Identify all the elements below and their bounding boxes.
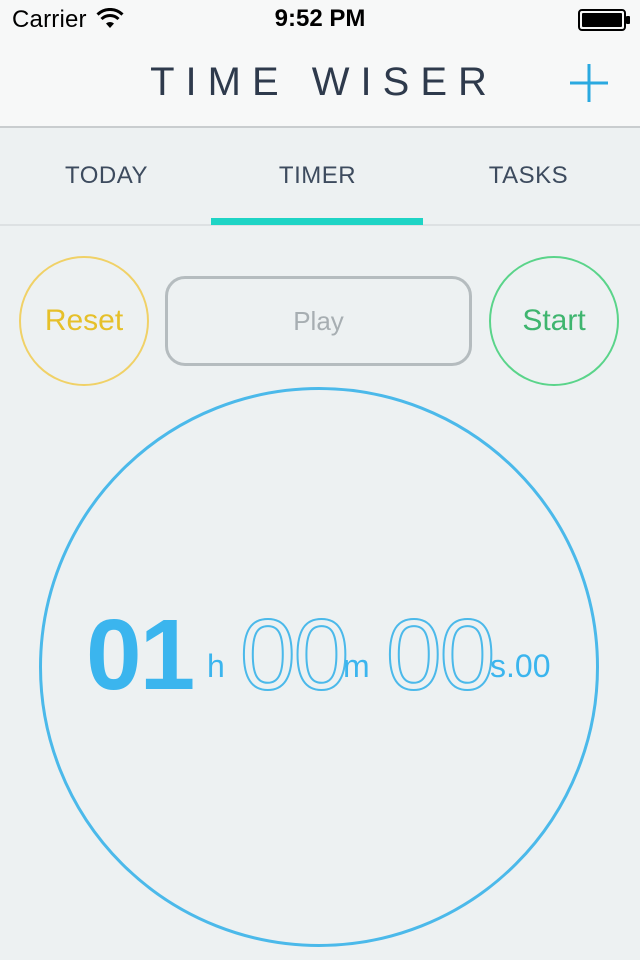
play-button[interactable]: Play — [165, 276, 472, 366]
battery-icon — [578, 9, 630, 31]
timer-hours: 01 — [86, 599, 195, 711]
status-time: 9:52 PM — [274, 5, 366, 32]
timer-minutes-unit: m — [343, 648, 370, 684]
reset-button[interactable]: Reset — [19, 256, 149, 386]
tab-tasks[interactable]: TASKS — [422, 130, 635, 226]
start-button[interactable]: Start — [489, 256, 619, 386]
timer-minutes: 00 — [239, 598, 350, 712]
timer-hours-unit: h — [207, 648, 225, 684]
timer-seconds: 00 — [385, 598, 496, 712]
plus-icon[interactable] — [566, 60, 612, 106]
timer-seconds-unit: s.00 — [490, 648, 551, 684]
status-bar: Carrier 9:52 PM — [0, 0, 640, 40]
tab-timer[interactable]: TIMER — [211, 130, 424, 226]
app-title: TIME WISER — [150, 60, 498, 104]
tab-today[interactable]: TODAY — [0, 130, 213, 226]
nav-bar: TIME WISER — [0, 40, 640, 128]
tab-selected-indicator — [211, 218, 423, 225]
timer-readout: 01 h 00 m 00 s.00 — [0, 598, 640, 712]
tab-bar: TODAY TIMER TASKS — [0, 130, 640, 226]
